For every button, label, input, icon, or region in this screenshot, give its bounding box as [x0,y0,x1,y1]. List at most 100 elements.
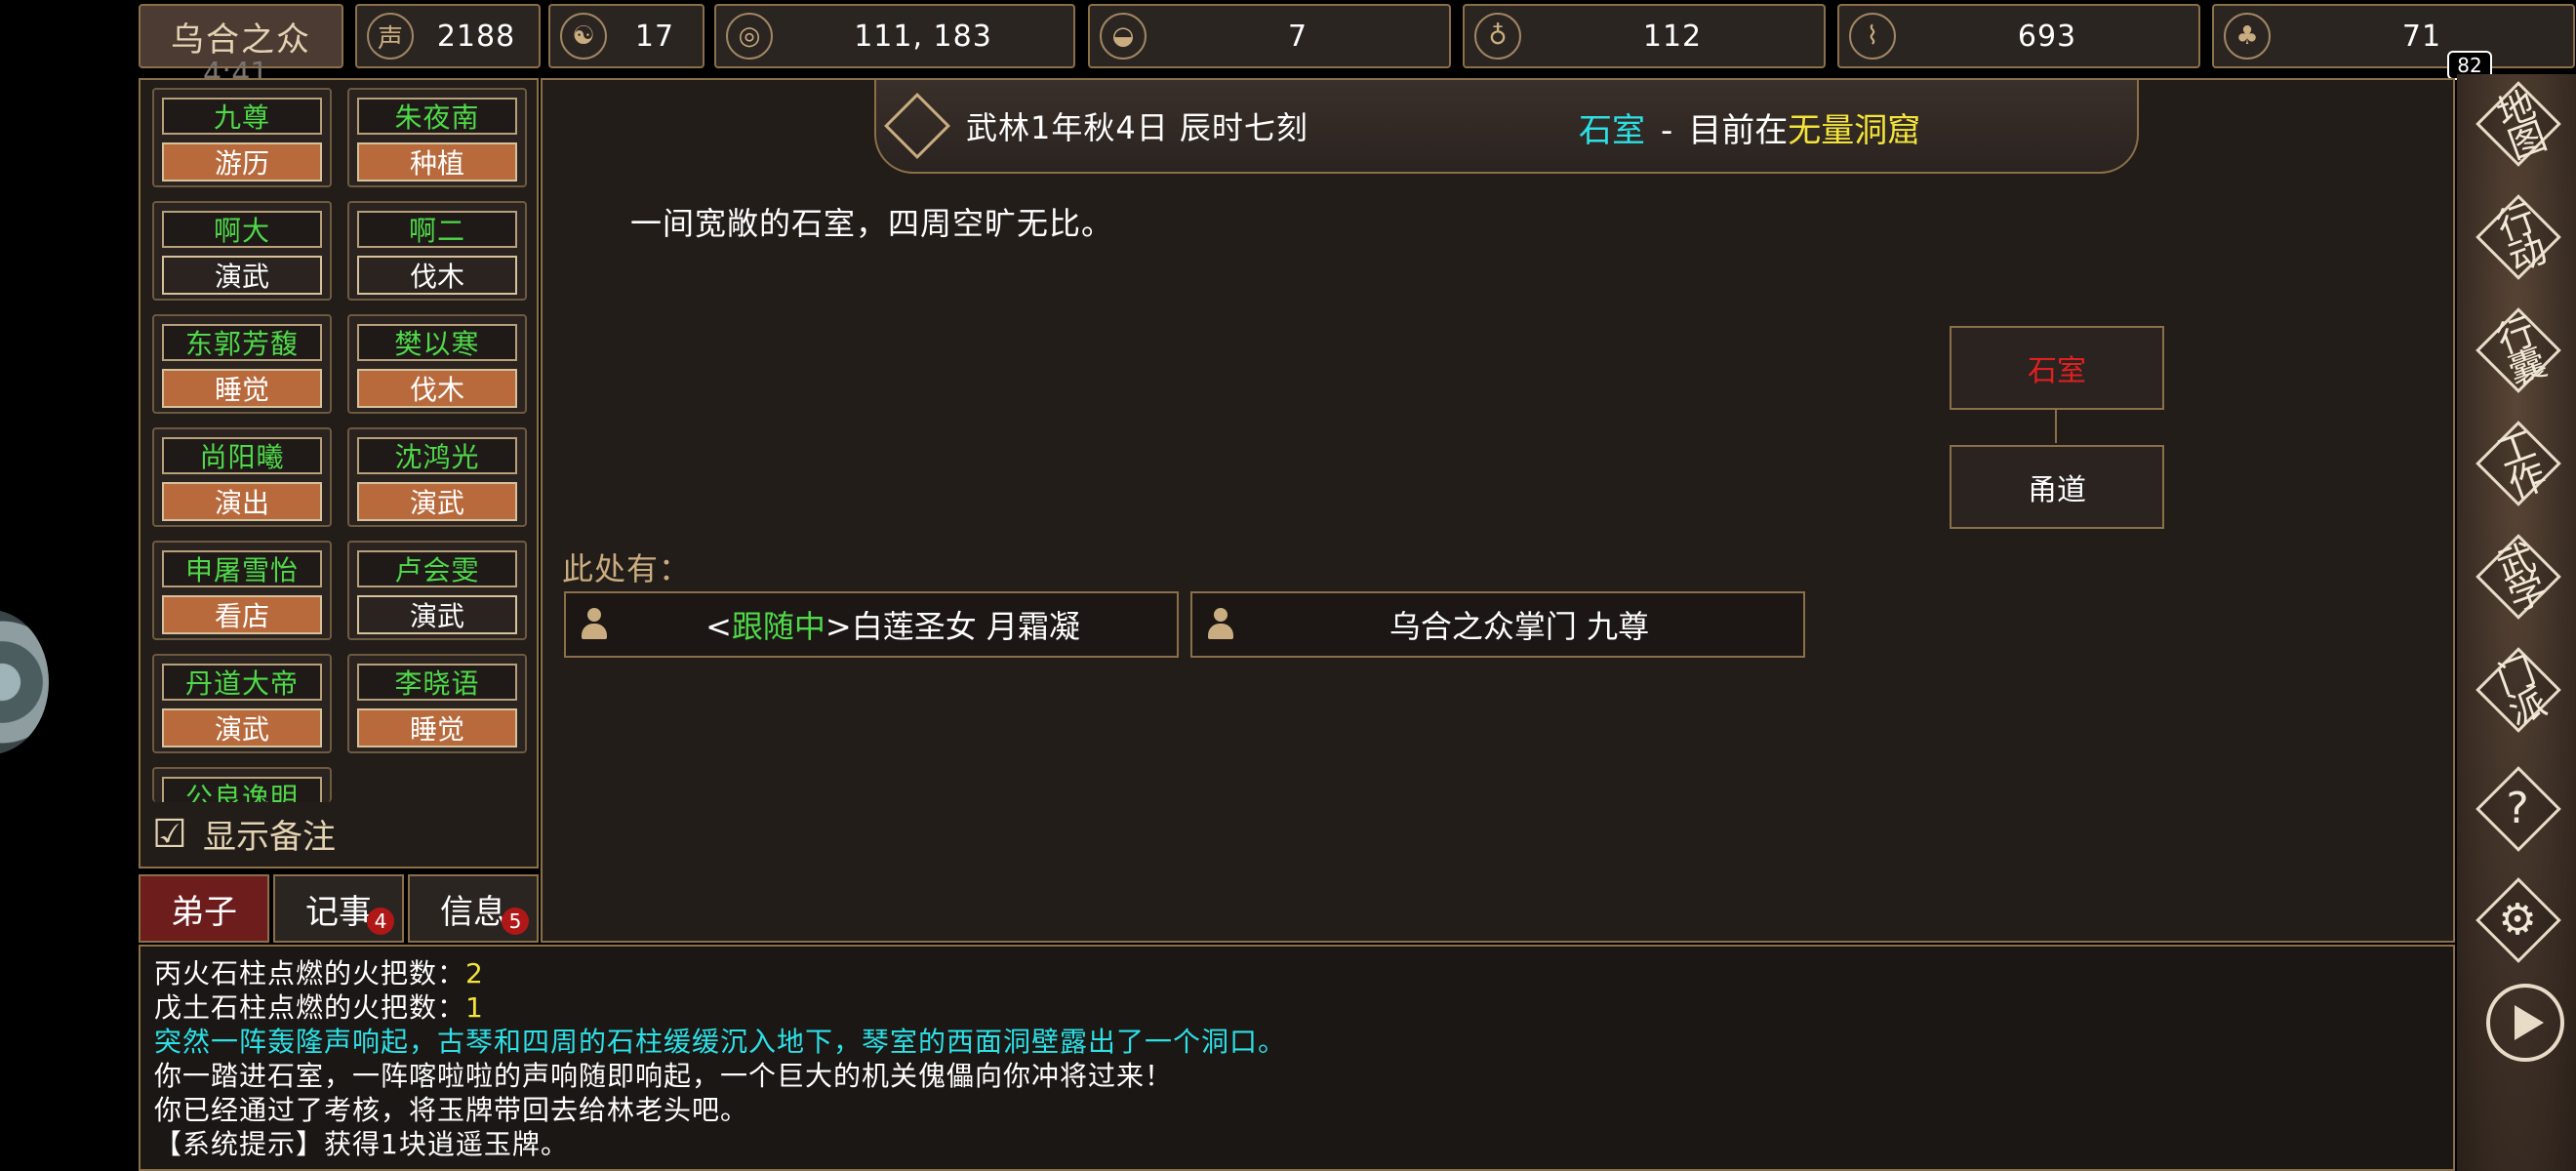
menu-label: 工作 [2485,424,2550,502]
log-line: 戊土石柱点燃的火把数：1 [154,990,2439,1025]
disciple-card[interactable]: 卢会雯 演武 [347,541,527,640]
work-button[interactable]: 工作 [2475,420,2561,506]
show-notes-toggle[interactable]: ☑ 显示备注 [152,810,336,858]
resource-value: 693 [2017,19,2077,54]
disciple-name: 啊大 [162,211,322,248]
floating-assist-ball[interactable] [0,610,49,754]
tab-messages[interactable]: 信息 5 [408,874,539,943]
help-button[interactable]: ? [2475,765,2561,852]
notification-badge: 5 [502,908,529,935]
disciple-name: 卢会雯 [357,550,517,587]
scene-header: 武林1年秋4日 辰时七刻 石室 - 目前在无量洞窟 [874,80,2139,174]
disciple-action[interactable]: 伐木 [357,369,517,408]
resource-coins[interactable]: ◎ 111, 183 [714,4,1075,68]
resource-yinyang[interactable]: ☯ 17 [548,4,704,68]
room-name: 石室 [1579,111,1645,150]
disciple-action[interactable]: 睡觉 [162,369,322,408]
disciple-card[interactable]: 九尊 游历 [152,88,332,187]
action-button[interactable]: 行动 [2475,193,2561,280]
disciple-name: 李晓语 [357,664,517,701]
menu-label: 行囊 [2485,310,2550,388]
npc-label: <跟随中>白莲圣女 月霜凝 [609,602,1177,647]
disciple-card[interactable]: 啊大 演武 [152,201,332,301]
disciple-action[interactable]: 演武 [357,595,517,634]
disciple-action[interactable]: 演武 [162,708,322,747]
disciple-card[interactable]: 尚阳曦 演出 [152,427,332,527]
disciple-card[interactable]: 啊二 伐木 [347,201,527,301]
tab-label: 记事 [305,892,372,932]
map-button[interactable]: 地图 [2475,80,2561,167]
disciple-action[interactable]: 演出 [162,482,322,521]
martial-arts-button[interactable]: 武学 [2475,533,2561,620]
disciple-name: 尚阳曦 [162,437,322,474]
disciple-card[interactable]: 李晓语 睡觉 [347,654,527,753]
message-log[interactable]: 丙火石柱点燃的火把数：2 戊土石柱点燃的火把数：1 突然一阵轰隆声响起，古琴和四… [139,945,2455,1171]
menu-label: 地图 [2485,84,2550,162]
npc-entry[interactable]: <跟随中>白莲圣女 月霜凝 [564,591,1179,658]
disciple-name: 东郭芳馥 [162,324,322,361]
disciple-card[interactable]: 朱夜南 种植 [347,88,527,187]
menu-label: 武学 [2485,537,2550,615]
yinyang-icon: ☯ [560,13,607,60]
resource-reputation[interactable]: 声 2188 [355,4,541,68]
resource-value: 7 [1287,19,1308,54]
log-text: 丙火石柱点燃的火把数： [154,957,466,989]
resource-food[interactable]: ◒ 7 [1088,4,1451,68]
disciple-action[interactable]: 演武 [162,256,322,295]
area-name: 无量洞窟 [1788,111,1921,150]
location-separator: - [1661,111,1673,150]
side-menu: 地图 行动 行囊 工作 武学 门派 ? ⚙ [2457,74,2576,1171]
checkbox-icon[interactable]: ☑ [152,813,195,856]
disciple-card[interactable]: 丹道大帝 演武 [152,654,332,753]
tab-journal[interactable]: 记事 4 [273,874,404,943]
gear-symbol: ⚙ [2498,894,2537,945]
resource-value: 71 [2401,19,2442,54]
disciple-card[interactable]: 公良逸明 [152,767,332,802]
disciple-card[interactable]: 东郭芳馥 睡觉 [152,314,332,414]
disciple-name: 九尊 [162,98,322,135]
disciple-name: 丹道大帝 [162,664,322,701]
minimap-current-room[interactable]: 石室 [1950,326,2164,410]
resource-wood[interactable]: ⌇ 693 [1837,4,2200,68]
disciple-card[interactable]: 樊以寒 伐木 [347,314,527,414]
bag-button[interactable]: 行囊 [2475,306,2561,393]
minimap-room-passage[interactable]: 甬道 [1950,445,2164,529]
tab-label: 弟子 [171,892,237,932]
tab-label: 信息 [440,892,506,932]
food-bowl-icon: ◒ [1100,13,1147,60]
resource-gourd[interactable]: ♁ 112 [1463,4,1826,68]
play-button[interactable] [2486,984,2564,1062]
disciple-name: 朱夜南 [357,98,517,135]
log-number: 2 [465,957,484,989]
log-line: 丙火石柱点燃的火把数：2 [154,956,2439,990]
tab-disciples[interactable]: 弟子 [139,874,269,943]
npc-name: 乌合之众掌门 九尊 [1389,608,1650,645]
npc-suffix: > [825,608,852,645]
npc-follow-status: 跟随中 [731,608,825,645]
disciple-card[interactable]: 申屠雪怡 看店 [152,541,332,640]
npc-name: 白莲圣女 月霜凝 [851,608,1080,645]
resource-value: 112 [1642,19,1703,54]
log-line: 【系统提示】获得1块逍遥玉牌。 [154,1128,569,1160]
disciple-action[interactable]: 演武 [357,482,517,521]
resource-bar: 乌合之众 声 2188 ☯ 17 ◎ 111, 183 ◒ 7 ♁ 112 ⌇ … [139,4,2575,72]
log-text: 戊土石柱点燃的火把数： [154,991,466,1024]
disciple-action[interactable]: 伐木 [357,256,517,295]
disciple-name: 公良逸明 [162,777,322,802]
resource-value: 17 [634,19,675,54]
disciple-action[interactable]: 种植 [357,142,517,182]
settings-button[interactable]: ⚙ [2475,876,2561,963]
disciple-card[interactable]: 沈鸿光 演武 [347,427,527,527]
disciple-action[interactable]: 看店 [162,595,322,634]
disciple-action[interactable]: 睡觉 [357,708,517,747]
main-scene-panel: 武林1年秋4日 辰时七刻 石室 - 目前在无量洞窟 一间宽敞的石室，四周空旷无比。 … [541,78,2455,943]
sect-button[interactable]: 门派 [2475,646,2561,733]
disciple-list-panel: 九尊 游历 朱夜南 种植 啊大 演武 啊二 伐木 东郭芳馥 睡觉 樊以寒 伐木 … [139,78,539,868]
resource-mushroom[interactable]: ♣ 71 [2212,4,2575,68]
person-icon [1206,608,1235,641]
resource-value: 111, 183 [854,19,992,54]
disciple-action[interactable]: 游历 [162,142,322,182]
npc-entry[interactable]: 乌合之众掌门 九尊 [1190,591,1805,658]
present-here-label: 此处有： [562,550,692,587]
notification-badge: 4 [367,908,394,935]
